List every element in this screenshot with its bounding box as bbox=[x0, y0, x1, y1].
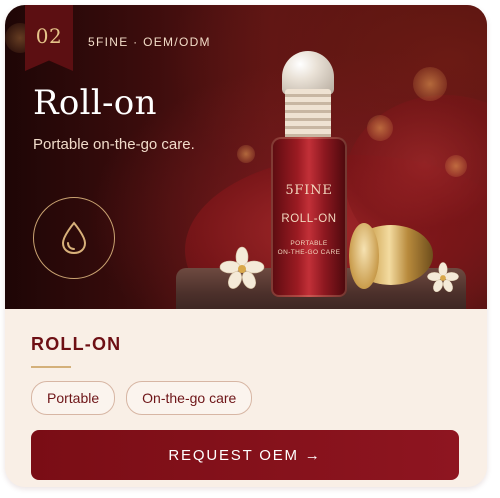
bokeh-light bbox=[445, 155, 467, 177]
gold-divider bbox=[31, 366, 71, 368]
flower-icon bbox=[427, 262, 459, 293]
hero-image: 02 5FINE · OEM/ODM Roll-on Portable on-t… bbox=[5, 5, 487, 309]
product-card: 02 5FINE · OEM/ODM Roll-on Portable on-t… bbox=[5, 5, 487, 487]
bottle-neck bbox=[285, 89, 331, 141]
tag-on-the-go-care: On-the-go care bbox=[126, 381, 253, 415]
bokeh-light bbox=[413, 67, 447, 101]
section-title: ROLL-ON bbox=[31, 334, 122, 354]
card-content: ROLL-ON Portable On-the-go care REQUEST … bbox=[5, 309, 487, 487]
tag-list: Portable On-the-go care bbox=[31, 381, 253, 415]
brand-line: 5FINE · OEM/ODM bbox=[88, 35, 211, 49]
flower-icon bbox=[219, 246, 265, 289]
bokeh-light bbox=[367, 115, 393, 141]
bokeh-light bbox=[237, 145, 255, 163]
droplet-icon-badge bbox=[33, 197, 115, 279]
hero-subtitle: Portable on-the-go care. bbox=[33, 136, 195, 153]
tag-portable: Portable bbox=[31, 381, 116, 415]
bottle-brand: 5FINE bbox=[285, 183, 333, 198]
roll-on-bottle: 5FINE ROLL-ON PORTABLE ON-THE-GO CARE bbox=[271, 137, 347, 297]
droplet-icon bbox=[61, 221, 87, 255]
index-badge: 02 bbox=[35, 24, 63, 48]
hero-title: Roll-on bbox=[33, 83, 157, 123]
gold-cap-top bbox=[349, 223, 379, 289]
bottle-name: ROLL-ON bbox=[281, 213, 337, 225]
index-ribbon: 02 bbox=[25, 5, 73, 71]
request-oem-button[interactable]: REQUEST OEM → bbox=[31, 430, 459, 480]
bottle-tagline: PORTABLE ON-THE-GO CARE bbox=[277, 240, 341, 256]
